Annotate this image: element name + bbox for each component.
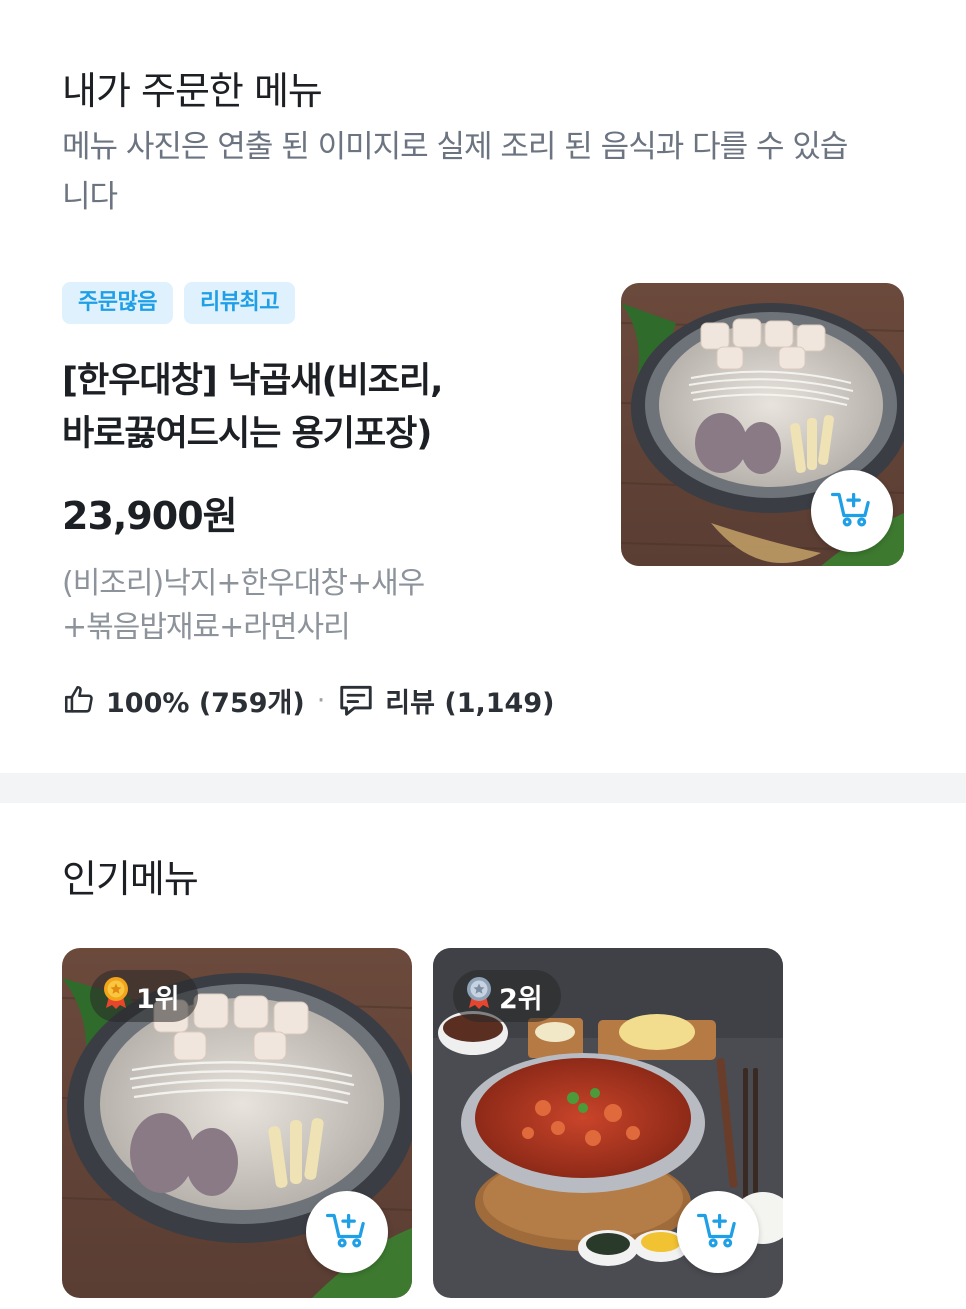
add-to-cart-button[interactable] xyxy=(811,470,893,552)
silver-medal-icon xyxy=(465,976,493,1017)
stats-separator: · xyxy=(316,684,326,716)
menu-description-line1: (비조리)낙지+한우대창+새우 xyxy=(62,566,425,601)
badge-best-review: 리뷰최고 xyxy=(183,282,295,324)
add-to-cart-button[interactable] xyxy=(677,1191,759,1273)
popular-item-1[interactable]: 1위 xyxy=(62,948,412,1298)
menu-description-line2: +볶음밥재료+라면사리 xyxy=(62,610,351,645)
rank-badge: 1위 xyxy=(90,970,198,1022)
badge-list: 주문많음 리뷰최고 xyxy=(62,282,295,324)
popular-menu-title: 인기메뉴 xyxy=(62,857,199,901)
menu-name-line1: [한우대창] 낙곱새(비조리, xyxy=(62,361,443,401)
rank-label: 1위 xyxy=(136,983,180,1015)
menu-name[interactable]: [한우대창] 낙곱새(비조리, 바로끓여드시는 용기포장) xyxy=(62,355,582,461)
section-divider xyxy=(0,773,966,803)
menu-name-line2: 바로끓여드시는 용기포장) xyxy=(62,414,432,454)
menu-price: 23,900원 xyxy=(62,494,238,538)
thumbs-up-icon xyxy=(62,683,96,717)
review-count[interactable]: 리뷰 (1,149) xyxy=(385,681,554,720)
badge-most-ordered: 주문많음 xyxy=(62,282,173,324)
rank-badge: 2위 xyxy=(453,970,561,1022)
ordered-menu-image[interactable] xyxy=(621,283,904,566)
add-to-cart-icon xyxy=(697,1210,739,1254)
gold-medal-icon xyxy=(102,976,130,1017)
like-rate: 100% (759개) xyxy=(106,687,305,719)
add-to-cart-icon xyxy=(326,1210,368,1254)
menu-description: (비조리)낙지+한우대창+새우 +볶음밥재료+라면사리 xyxy=(62,562,532,650)
ordered-menu-title: 내가 주문한 메뉴 xyxy=(62,69,323,113)
review-icon xyxy=(337,681,375,719)
rank-label: 2위 xyxy=(499,983,543,1015)
add-to-cart-button[interactable] xyxy=(306,1191,388,1273)
menu-stats: 100% (759개) · 리뷰 (1,149) xyxy=(62,678,554,722)
add-to-cart-icon xyxy=(831,489,873,533)
photo-notice: 메뉴 사진은 연출 된 이미지로 실제 조리 된 음식과 다를 수 있습니다 xyxy=(62,129,848,215)
popular-item-2[interactable]: 2위 xyxy=(433,948,783,1298)
